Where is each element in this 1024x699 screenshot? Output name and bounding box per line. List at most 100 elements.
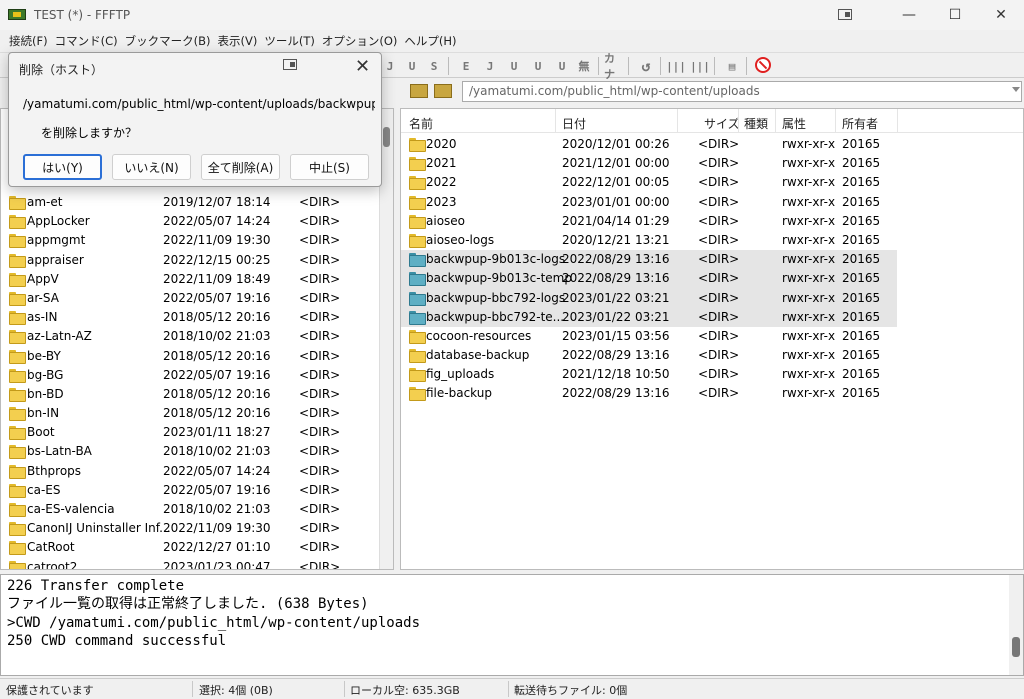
- minimize-button[interactable]: —: [886, 0, 932, 30]
- toolbar-utf8n-2-button[interactable]: U: [552, 56, 572, 76]
- toolbar-list-button[interactable]: |||: [666, 56, 686, 76]
- no-button[interactable]: いいえ(N): [112, 154, 191, 180]
- folder-icon: [409, 157, 426, 172]
- stop-icon[interactable]: [755, 57, 771, 73]
- log-line: ファイル一覧の取得は正常終了しました. (638 Bytes): [7, 596, 369, 613]
- toolbar-utf8-2-button[interactable]: U: [528, 56, 548, 76]
- list-item[interactable]: Boot 2023/01/11 18:27 <DIR>: [1, 423, 379, 442]
- folder-icon: [9, 234, 26, 249]
- column-type[interactable]: 種類: [744, 115, 768, 132]
- list-item[interactable]: CatRoot 2022/12/27 01:10 <DIR>: [1, 538, 379, 557]
- delete-all-button[interactable]: 全て削除(A): [201, 154, 280, 180]
- menu-help[interactable]: ヘルプ(H): [401, 33, 459, 49]
- maximize-button[interactable]: ☐: [932, 0, 978, 30]
- dialog-target-path: /yamatumi.com/public_html/wp-content/upl…: [23, 97, 375, 111]
- column-name[interactable]: 名前: [409, 115, 433, 132]
- log-line: 226 Transfer complete: [7, 578, 185, 594]
- scrollbar-thumb[interactable]: [1012, 637, 1020, 657]
- list-item[interactable]: database-backup 2022/08/29 13:16 <DIR> rwxr…: [401, 346, 1023, 365]
- status-bar: 保護されています 選択: 4個 (0B) ローカル空: 635.3GB 転送待ち…: [0, 678, 1024, 699]
- list-item[interactable]: file-backup 2022/08/29 13:16 <DIR> rwxr-xr-…: [401, 384, 1023, 403]
- yes-button[interactable]: はい(Y): [23, 154, 102, 180]
- remote-file-list[interactable]: 名前 日付 サイズ 種類 属性 所有者 2020 2020/12/01 00:26…: [400, 108, 1024, 570]
- menu-command[interactable]: コマンド(C): [52, 33, 121, 49]
- toolbar-utf8n-button[interactable]: S: [424, 56, 444, 76]
- folder-icon: [9, 426, 26, 441]
- open-folder-icon[interactable]: [434, 84, 452, 98]
- list-item[interactable]: AppLocker 2022/05/07 14:24 <DIR>: [1, 212, 379, 231]
- list-item[interactable]: CanonIJ Uninstaller Inf... 2022/11/09 19:…: [1, 519, 379, 538]
- refresh-icon[interactable]: ↺: [636, 56, 656, 76]
- list-item[interactable]: 2021 2021/12/01 00:00 <DIR> rwxr-xr-x 20165: [401, 154, 1023, 173]
- folder-icon: [409, 387, 426, 402]
- toolbar-euc-button[interactable]: J: [480, 56, 500, 76]
- list-item[interactable]: appmgmt 2022/11/09 19:30 <DIR>: [1, 231, 379, 250]
- dialog-snap-icon[interactable]: [283, 59, 297, 70]
- list-item[interactable]: ar-SA 2022/05/07 19:16 <DIR>: [1, 289, 379, 308]
- list-item[interactable]: aioseo-logs 2020/12/21 13:21 <DIR> rwxr-xr-…: [401, 231, 1023, 250]
- title-bar: TEST (*) - FFFTP — ☐ ✕: [0, 0, 1024, 30]
- log-scrollbar[interactable]: [1009, 575, 1023, 675]
- toolbar-none-button[interactable]: 無: [574, 56, 594, 76]
- list-item[interactable]: Bthprops 2022/05/07 14:24 <DIR>: [1, 462, 379, 481]
- menu-bookmark[interactable]: ブックマーク(B): [122, 33, 214, 49]
- list-item[interactable]: cocoon-resources 2023/01/15 03:56 <DIR> rwx…: [401, 327, 1023, 346]
- folder-icon: [9, 464, 26, 479]
- list-item-selected[interactable]: backwpup-bbc792-logs 2023/01/22 03:21 <DIR…: [401, 288, 897, 308]
- toolbar-detail-button[interactable]: |||: [690, 56, 710, 76]
- remote-path-input[interactable]: /yamatumi.com/public_html/wp-content/upl…: [462, 81, 1022, 102]
- list-item[interactable]: appraiser 2022/12/15 00:25 <DIR>: [1, 251, 379, 270]
- folder-icon: [9, 387, 26, 402]
- list-item-selected[interactable]: backwpup-bbc792-te... 2023/01/22 03:21 <DI…: [401, 307, 897, 327]
- folder-icon: [9, 560, 26, 569]
- list-item[interactable]: as-IN 2018/05/12 20:16 <DIR>: [1, 308, 379, 327]
- list-item[interactable]: bs-Latn-BA 2018/10/02 21:03 <DIR>: [1, 442, 379, 461]
- list-item[interactable]: ca-ES 2022/05/07 19:16 <DIR>: [1, 481, 379, 500]
- dialog-close-icon[interactable]: ✕: [355, 56, 370, 77]
- list-item-selected[interactable]: backwpup-9b013c-logs 2022/08/29 13:16 <DIR…: [401, 250, 897, 270]
- menu-view[interactable]: 表示(V): [214, 33, 260, 49]
- window-snap-icon[interactable]: [838, 9, 852, 20]
- list-item[interactable]: am-et 2019/12/07 18:14 <DIR>: [1, 193, 379, 212]
- parent-folder-icon[interactable]: [410, 84, 428, 98]
- abort-button[interactable]: 中止(S): [290, 154, 369, 180]
- list-item[interactable]: bn-IN 2018/05/12 20:16 <DIR>: [1, 404, 379, 423]
- folder-icon: [9, 196, 26, 210]
- scrollbar-thumb[interactable]: [383, 127, 390, 147]
- list-item[interactable]: aioseo 2021/04/14 01:29 <DIR> rwxr-xr-x 2016…: [401, 212, 1023, 231]
- column-attr[interactable]: 属性: [782, 115, 806, 132]
- list-item[interactable]: bn-BD 2018/05/12 20:16 <DIR>: [1, 385, 379, 404]
- list-item[interactable]: fig_uploads 2021/12/18 10:50 <DIR> rwxr-xr-…: [401, 365, 1023, 384]
- list-item[interactable]: 2022 2022/12/01 00:05 <DIR> rwxr-xr-x 20165: [401, 173, 1023, 192]
- list-item-selected[interactable]: backwpup-9b013c-temp 2022/08/29 13:16 <DIR…: [401, 269, 897, 289]
- menu-connect[interactable]: 接続(F): [6, 33, 51, 49]
- list-item[interactable]: be-BY 2018/05/12 20:16 <DIR>: [1, 347, 379, 366]
- toolbar-kana-button[interactable]: カナ: [604, 52, 624, 81]
- list-item[interactable]: catroot2 2023/01/23 00:47 <DIR>: [1, 558, 379, 569]
- close-button[interactable]: ✕: [978, 0, 1024, 30]
- toolbar-sjis-button[interactable]: E: [456, 56, 476, 76]
- list-item[interactable]: bg-BG 2022/05/07 19:16 <DIR>: [1, 366, 379, 385]
- folder-icon: [9, 503, 26, 517]
- menu-tools[interactable]: ツール(T): [261, 33, 318, 49]
- log-panel[interactable]: 226 Transfer complete ファイル一覧の取得は正常終了しました…: [0, 574, 1024, 676]
- window-title: TEST (*) - FFFTP: [34, 8, 131, 22]
- toolbar-jis2-button[interactable]: U: [504, 56, 524, 76]
- list-item[interactable]: ca-ES-valencia 2018/10/02 21:03 <DIR>: [1, 500, 379, 519]
- list-item[interactable]: 2023 2023/01/01 00:00 <DIR> rwxr-xr-x 20165: [401, 193, 1023, 212]
- column-owner[interactable]: 所有者: [842, 115, 878, 132]
- column-size[interactable]: サイズ: [704, 115, 740, 132]
- folder-icon: [409, 349, 426, 364]
- toolbar-utf8-button[interactable]: U: [402, 56, 422, 76]
- list-item[interactable]: az-Latn-AZ 2018/10/02 21:03 <DIR>: [1, 327, 379, 346]
- menu-options[interactable]: オプション(O): [319, 33, 401, 49]
- toolbar-jis-button[interactable]: J: [380, 56, 400, 76]
- dialog-title: 削除（ホスト）: [19, 63, 104, 77]
- column-date[interactable]: 日付: [562, 115, 586, 132]
- chevron-down-icon[interactable]: [1012, 87, 1020, 92]
- folder-icon: [9, 522, 26, 537]
- folder-icon: [9, 311, 26, 326]
- list-item[interactable]: AppV 2022/11/09 18:49 <DIR>: [1, 270, 379, 289]
- toolbar-sync-button[interactable]: ▤: [722, 56, 742, 76]
- list-item[interactable]: 2020 2020/12/01 00:26 <DIR> rwxr-xr-x 20165: [401, 135, 1023, 154]
